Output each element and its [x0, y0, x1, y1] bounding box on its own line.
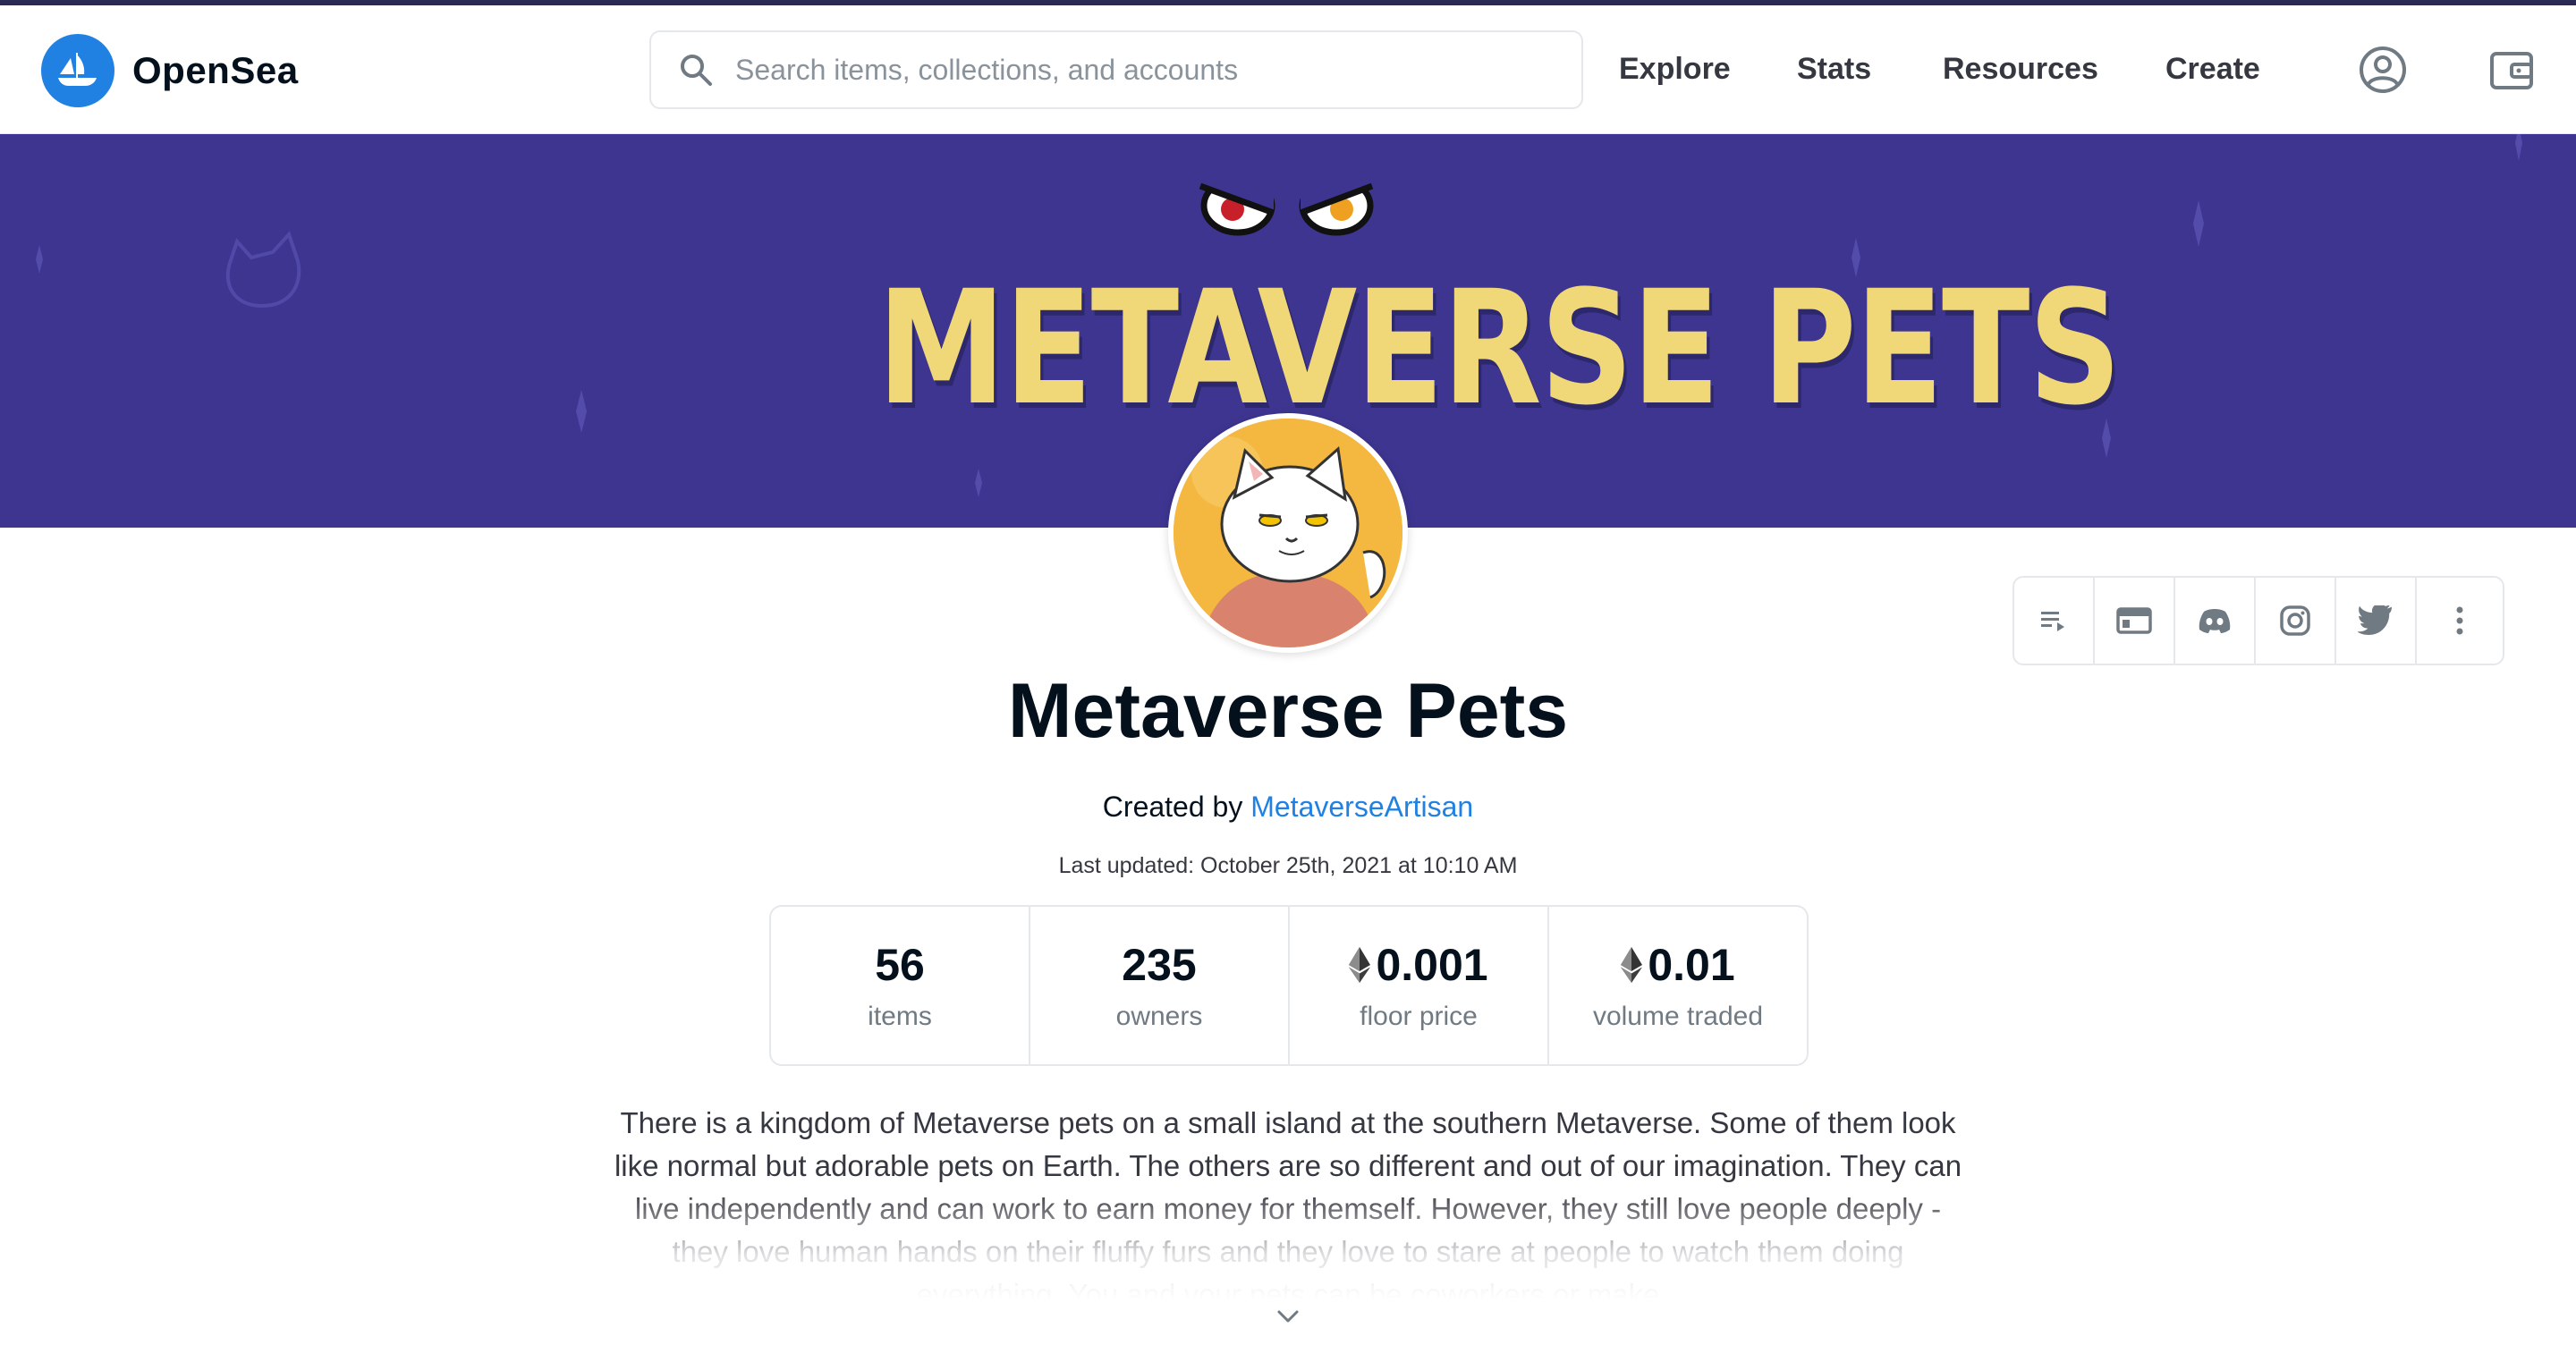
- ethereum-icon: [1349, 947, 1371, 983]
- last-updated: Last updated: October 25th, 2021 at 10:1…: [1058, 853, 1518, 878]
- stat-floor-price[interactable]: 0.001 floor price: [1290, 907, 1549, 1064]
- ethereum-icon: [1621, 947, 1643, 983]
- nav-stats[interactable]: Stats: [1797, 52, 1871, 87]
- discord-icon: [2199, 609, 2231, 633]
- logo-text: OpenSea: [132, 49, 299, 91]
- twitter-button[interactable]: [2336, 578, 2417, 664]
- nav-create[interactable]: Create: [2165, 52, 2260, 87]
- social-links-bar: [2012, 576, 2504, 665]
- activity-button[interactable]: [2014, 578, 2095, 664]
- stat-label: volume traded: [1592, 1002, 1764, 1031]
- created-by: Created by MetaverseArtisan: [0, 791, 2576, 824]
- navbar: OpenSea Explore Stats Resources Create: [0, 5, 2576, 134]
- stat-value: 0.01: [1621, 939, 1735, 991]
- stat-value: 235: [1122, 940, 1197, 990]
- stat-label: owners: [1115, 1002, 1203, 1031]
- stat-value: 56: [875, 940, 925, 990]
- collection-avatar: [1168, 413, 1408, 653]
- stat-volume-traded[interactable]: 0.01 volume traded: [1549, 907, 1807, 1064]
- more-icon: [2456, 606, 2463, 635]
- search-bar[interactable]: [649, 30, 1583, 109]
- nav-explore[interactable]: Explore: [1619, 52, 1731, 87]
- description-fade: [608, 1189, 1968, 1300]
- account-icon[interactable]: [2356, 43, 2410, 97]
- search-input[interactable]: [735, 43, 1581, 97]
- nav-resources[interactable]: Resources: [1943, 52, 2098, 87]
- expand-chevron-down-icon[interactable]: [1274, 1302, 1302, 1331]
- more-options-button[interactable]: [2417, 578, 2503, 664]
- website-icon: [2116, 607, 2152, 634]
- discord-button[interactable]: [2175, 578, 2256, 664]
- website-button[interactable]: [2095, 578, 2175, 664]
- activity-icon: [2041, 612, 2064, 631]
- creator-link[interactable]: MetaverseArtisan: [1250, 791, 1473, 823]
- wallet-icon[interactable]: [2485, 43, 2538, 97]
- stat-value: 0.001: [1349, 939, 1488, 991]
- opensea-boat-icon: [41, 34, 114, 107]
- opensea-logo[interactable]: OpenSea: [41, 34, 299, 107]
- search-icon: [681, 55, 712, 86]
- stat-label: floor price: [1360, 1002, 1478, 1031]
- instagram-button[interactable]: [2256, 578, 2336, 664]
- twitter-icon: [2358, 605, 2392, 635]
- created-by-label: Created by: [1102, 791, 1243, 823]
- stat-label: items: [868, 1002, 932, 1031]
- stat-items[interactable]: 56 items: [771, 907, 1030, 1064]
- instagram-icon: [2280, 605, 2310, 636]
- banner-title: METAVERSE PETS: [877, 257, 2122, 440]
- collection-stats: 56 items 235 owners 0.001 floor price 0.…: [769, 905, 1809, 1066]
- stat-owners[interactable]: 235 owners: [1030, 907, 1290, 1064]
- angry-eyes: [1199, 170, 1374, 236]
- collection-title: Metaverse Pets: [1007, 668, 1569, 754]
